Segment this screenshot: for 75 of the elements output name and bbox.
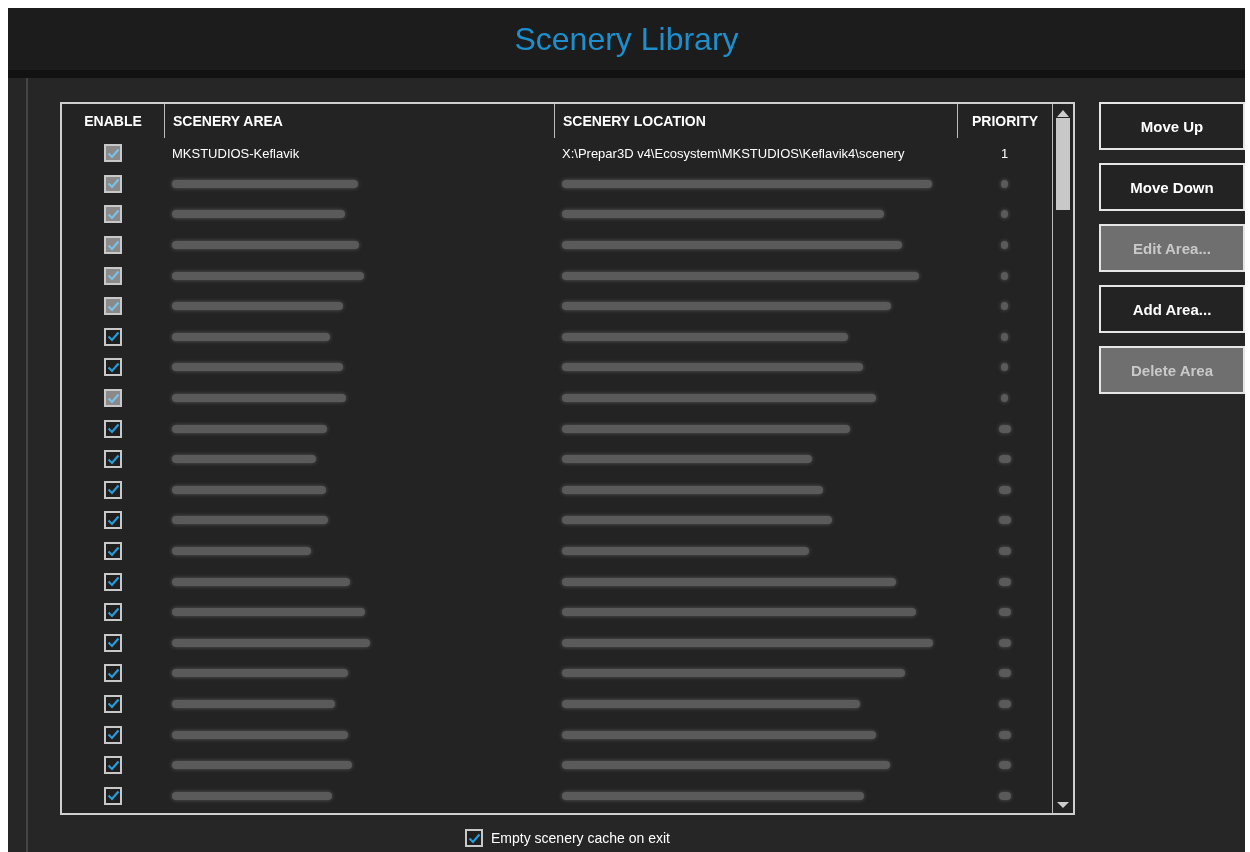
checkbox[interactable] [104, 725, 122, 744]
check-icon [467, 832, 481, 844]
action-button[interactable]: Add Area... [1099, 285, 1245, 333]
blurred-text [1001, 302, 1008, 311]
blurred-text [998, 669, 1011, 678]
check-icon [106, 300, 120, 312]
check-icon [106, 147, 120, 159]
blurred-text [998, 730, 1011, 739]
scroll-down-icon[interactable] [1056, 801, 1070, 809]
check-icon [106, 392, 120, 404]
blurred-text [998, 485, 1011, 494]
window-title: Scenery Library [514, 20, 739, 58]
blurred-text [1001, 271, 1008, 280]
blurred-text [1001, 210, 1008, 219]
check-icon [106, 637, 120, 649]
blurred-text [998, 516, 1011, 525]
check-icon [106, 545, 120, 557]
checkbox[interactable] [104, 511, 122, 530]
checkbox[interactable] [104, 603, 122, 622]
checkbox[interactable] [104, 695, 122, 713]
action-button[interactable]: Move Up [1099, 102, 1245, 150]
checkbox[interactable] [104, 664, 122, 683]
checkbox[interactable] [465, 829, 483, 847]
check-icon [106, 606, 120, 618]
blurred-text [998, 455, 1011, 464]
blurred-text [998, 547, 1011, 555]
checkbox[interactable] [104, 358, 122, 377]
blurred-text [1001, 394, 1008, 403]
column-header[interactable]: ENABLE [62, 104, 164, 138]
check-icon [106, 239, 120, 251]
checkbox-label: Empty scenery cache on exit [491, 830, 670, 846]
check-icon [106, 178, 120, 190]
check-icon [106, 514, 120, 526]
check-icon [106, 576, 120, 588]
check-icon [106, 209, 120, 220]
check-icon [106, 270, 120, 282]
check-icon [106, 453, 120, 465]
blurred-text [1001, 363, 1008, 372]
check-icon [106, 423, 120, 435]
blurred-text [1001, 241, 1008, 250]
blurred-text [998, 761, 1011, 770]
table-cell-text: MKSTUDIOS-Keflavik [171, 145, 301, 161]
blurred-text [1001, 179, 1008, 188]
check-icon [106, 331, 120, 343]
checkbox[interactable] [104, 572, 122, 591]
column-header[interactable]: SCENERY LOCATION [554, 104, 957, 138]
scrollbar[interactable] [1052, 104, 1073, 813]
action-button[interactable]: Move Down [1099, 163, 1245, 211]
scroll-thumb[interactable] [1056, 118, 1070, 210]
check-icon [106, 790, 120, 802]
blurred-text [998, 791, 1011, 800]
checkbox[interactable] [104, 327, 122, 346]
checkbox[interactable] [104, 633, 122, 652]
checkbox[interactable] [104, 756, 122, 775]
checkbox[interactable] [104, 786, 122, 805]
checkbox[interactable] [104, 419, 122, 438]
table-cell-text: 1 [999, 145, 1010, 161]
check-icon [106, 729, 120, 741]
blurred-text [998, 577, 1011, 586]
check-icon [106, 361, 120, 373]
check-icon [106, 667, 120, 679]
blurred-text [998, 700, 1011, 708]
checkbox[interactable] [104, 480, 122, 499]
blurred-text [998, 638, 1011, 647]
blurred-text [998, 424, 1011, 433]
checkbox[interactable] [104, 450, 122, 469]
column-header[interactable]: SCENERY AREA [164, 104, 554, 138]
table-cell-text: X:\Prepar3D v4\Ecosystem\MKSTUDIOS\Keflavik4\scenery [561, 145, 906, 161]
check-icon [106, 484, 120, 496]
blurred-text [1001, 332, 1008, 341]
checkbox[interactable] [104, 542, 122, 560]
check-icon [106, 759, 120, 771]
check-icon [106, 698, 120, 710]
blurred-text [998, 608, 1011, 617]
column-header[interactable]: PRIORITY [957, 104, 1052, 138]
